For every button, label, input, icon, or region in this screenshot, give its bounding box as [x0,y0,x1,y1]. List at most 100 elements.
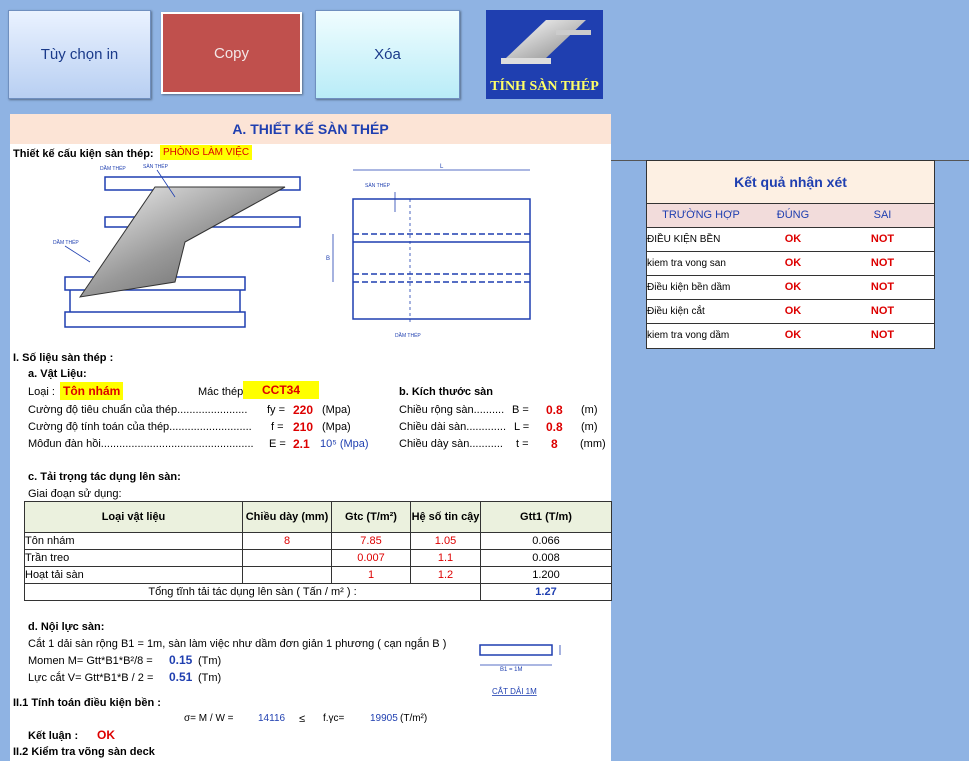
moment-unit: (Tm) [198,655,222,667]
fgc-label: f.γc= [323,713,345,724]
load-table: Loại vật liệu Chiều dày (mm) Gtc (T/m²) … [24,501,612,601]
shear-unit: (Tm) [198,672,222,684]
le-symbol: ≤ [299,713,306,725]
cell-k[interactable]: 1.1 [410,549,481,567]
section-1-heading: I. Số liệu sàn thép : [13,352,114,364]
not-cell: NOT [870,329,895,342]
col-thickness: Chiều dày (mm) [242,501,332,533]
f-unit: (Mpa) [322,421,351,433]
width-symbol: B = [512,404,529,416]
type-label: Loại : [28,386,55,398]
case-cell: ĐIỀU KIỆN BỀN [647,227,755,252]
fy-symbol: fy = [267,404,286,416]
col-case: TRƯỜNG HỢP [647,204,755,228]
not-cell: NOT [831,275,934,300]
fy-label: Cường độ tiêu chuẩn của thép............… [28,404,248,416]
shear-value: 0.51 [169,670,193,684]
cell-name: Tôn nhám [24,532,243,550]
copy-button[interactable]: Copy [161,12,302,94]
ok-cell: OK [755,275,831,300]
thickness-unit: (mm) [580,438,606,450]
case-cell: Điều kiện cắt [647,299,755,324]
col-material: Loại vật liệu [24,501,243,533]
cell-gtc[interactable]: 7.85 [331,532,411,550]
check2-heading: II.2 Kiểm tra võng sàn deck [13,746,155,758]
floor-isometric-diagram: DẦM THÉP DẦM THÉP SÀN THÉP [53,163,301,328]
conclusion-value: OK [97,728,115,742]
moment-label: Momen M= Gtt*B1*B²/8 = [28,655,153,667]
table-row: Tôn nhám 8 7.85 1.05 0.066 [24,532,612,550]
ok-cell: OK [784,329,802,342]
cell-gtt: 0.008 [480,549,612,567]
table-row: ĐIỀU KIỆN BỀN OK NOT [647,227,934,252]
fgc-value: 19905 [370,713,398,724]
design-label: Thiết kế cấu kiện sàn thép: [13,148,154,160]
table-row: Điều kiện bền dầm OK NOT [647,275,934,300]
cell-k[interactable]: 1.05 [410,532,481,550]
col-factor: Hệ số tin cậy [410,501,481,533]
dam-thep-label-1: DẦM THÉP [53,239,79,246]
cell-thick[interactable] [242,566,332,584]
strip-caption: CẮT DẢI 1M [492,687,537,696]
steel-label: Mác thép [198,386,244,398]
moment-value: 0.15 [169,653,193,667]
fgc-unit: (T/m²) [400,713,428,724]
shear-label: Lực cắt V= Gtt*B1*B / 2 = [28,672,154,684]
ok-cell: OK [755,251,831,276]
type-value[interactable]: Tôn nhám [60,382,124,400]
strip-diagram: B1 = 1M CẮT DẢI 1M [479,644,561,696]
length-unit: (m) [581,421,598,433]
steel-beam-logo-icon [501,20,591,64]
internal-desc: Cắt 1 dải sàn rộng B1 = 1m, sàn làm việc… [28,638,447,650]
col-not: SAI [831,204,934,228]
f-value[interactable]: 210 [293,420,313,434]
thickness-symbol: t = [516,438,529,450]
case-cell: kiem tra vong san [647,251,755,276]
app-logo[interactable]: TÍNH SÀN THÉP [486,10,603,99]
plan-dam-thep-label: DẦM THÉP [395,332,421,339]
fy-value[interactable]: 220 [293,403,313,417]
thickness-value[interactable]: 8 [551,437,558,451]
cell-k[interactable]: 1.2 [410,566,481,584]
result-title: Kết quả nhận xét [647,161,934,204]
page-title: A. THIẾT KẾ SÀN THÉP [10,114,611,144]
cell-gtc[interactable]: 1 [331,566,411,584]
material-heading: a. Vật Liệu: [28,368,87,380]
table-row: Hoạt tải sàn 1 1.2 1.200 [24,566,612,584]
col-ok: ĐÚNG [755,204,831,228]
not-cell: NOT [831,299,934,324]
table-row: kiem tra vong san OK NOT [647,251,934,276]
f-label: Cường độ tính toán của thép.............… [28,421,252,433]
cell-gtt: 1.200 [480,566,612,584]
e-unit: 10⁵ (Mpa) [320,438,369,450]
loads-heading: c. Tải trọng tác dụng lên sàn: [28,471,181,483]
result-panel: Kết quả nhận xét TRƯỜNG HỢP ĐÚNG SAI ĐIỀ… [646,160,935,349]
dim-L: L [440,164,444,170]
strip-label: B1 = 1M [500,667,523,673]
print-options-button[interactable]: Tùy chọn in [8,10,151,99]
dam-thep-label-2: DẦM THÉP [100,165,126,172]
table-row: Điều kiện cắt OK NOT [647,299,934,324]
total-value: 1.27 [480,583,612,601]
e-label: Môđun đàn hồi...........................… [28,438,254,450]
result-table: TRƯỜNG HỢP ĐÚNG SAI ĐIỀU KIỆN BỀN OK NOT… [647,204,934,347]
design-value[interactable]: PHÒNG LÀM VIỆC [160,145,253,160]
length-label: Chiều dài sàn............. [399,421,506,433]
conclusion-label: Kết luận : [28,730,79,742]
total-row: Tổng tĩnh tải tác dụng lên sàn ( Tấn / m… [24,583,612,601]
width-value[interactable]: 0.8 [546,403,563,417]
dim-B: B [326,256,330,262]
cell-thick[interactable]: 8 [242,532,332,550]
check1-formula: σ= M / W = [184,713,234,724]
e-symbol: E = [269,438,286,450]
fy-unit: (Mpa) [322,404,351,416]
cell-thick[interactable] [242,549,332,567]
e-value[interactable]: 2.1 [293,437,310,451]
floor-plan-diagram: L B SÀN THÉP DẦM THÉP [326,164,531,339]
f-symbol: f = [271,421,284,433]
case-cell: Điều kiện bền dầm [647,275,755,300]
cell-gtc[interactable]: 0.007 [331,549,411,567]
delete-button[interactable]: Xóa [315,10,460,99]
length-value[interactable]: 0.8 [546,420,563,434]
steel-value[interactable]: CCT34 [243,381,319,399]
